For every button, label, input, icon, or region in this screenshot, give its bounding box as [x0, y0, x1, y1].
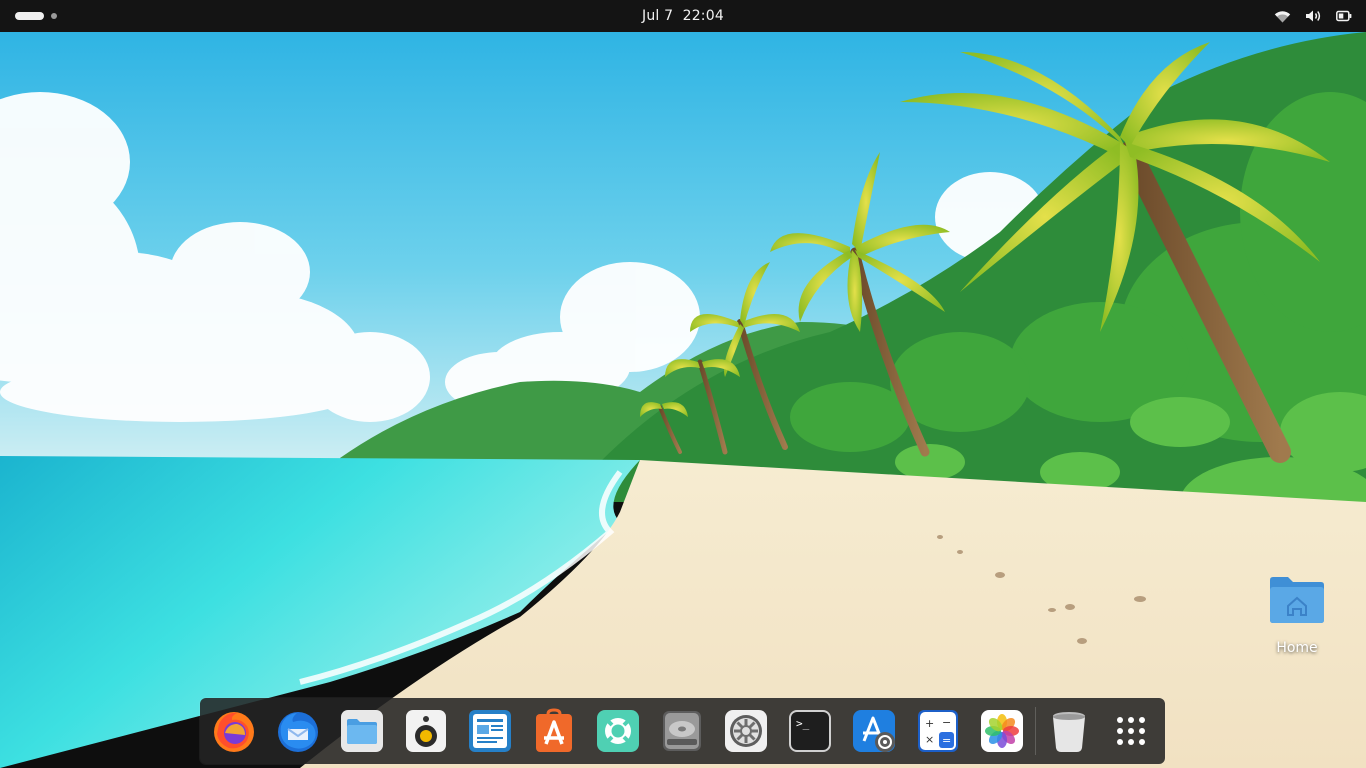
terminal-prompt: >_: [796, 717, 810, 730]
dock-app-help[interactable]: [595, 708, 641, 754]
workspace-indicator-active: [15, 12, 44, 20]
help-lifebuoy-icon: [597, 710, 639, 752]
clock-button[interactable]: Jul 7 22:04: [642, 8, 724, 24]
speaker-icon: [406, 710, 446, 752]
dock-app-files[interactable]: [339, 708, 385, 754]
dock-show-apps[interactable]: [1108, 708, 1154, 754]
calc-key-minus: −: [942, 716, 951, 729]
software-updater-icon: [853, 710, 895, 752]
dock-app-photos[interactable]: [979, 708, 1025, 754]
desktop-icon-home[interactable]: Home: [1258, 574, 1336, 656]
dock-app-software-updater[interactable]: [851, 708, 897, 754]
workspace-indicator-dot: [51, 13, 57, 19]
terminal-icon: >_: [789, 710, 831, 752]
dock-separator: [1035, 707, 1036, 755]
thunderbird-icon: [278, 712, 318, 752]
app-grid-icon: [1117, 717, 1145, 745]
desktop-wallpaper: [0, 32, 1366, 768]
dock-app-firefox[interactable]: [211, 708, 257, 754]
dock-app-app-center[interactable]: [531, 708, 577, 754]
calc-key-equals: =: [942, 734, 951, 747]
calc-key-times: ×: [925, 733, 934, 746]
dock-app-disks[interactable]: [659, 708, 705, 754]
dock: >_ + − × =: [200, 698, 1165, 764]
firefox-icon: [214, 712, 254, 752]
files-icon: [341, 710, 383, 752]
calc-key-plus: +: [925, 717, 934, 730]
dock-app-terminal[interactable]: >_: [787, 708, 833, 754]
dock-app-rhythmbox[interactable]: [403, 708, 449, 754]
photos-icon: [981, 710, 1023, 752]
dock-app-thunderbird[interactable]: [275, 708, 321, 754]
activities-button[interactable]: [15, 10, 57, 22]
volume-icon: [1306, 10, 1321, 22]
desktop-icon-label: Home: [1276, 640, 1318, 656]
writer-icon: [469, 710, 511, 752]
dock-app-calculator[interactable]: + − × =: [915, 708, 961, 754]
dock-app-trash[interactable]: [1046, 708, 1092, 754]
home-folder-icon: [1270, 577, 1324, 623]
beach-wallpaper-image: [0, 32, 1366, 768]
gear-icon: [725, 710, 767, 752]
top-bar: Jul 7 22:04: [0, 0, 1366, 32]
dock-app-writer[interactable]: [467, 708, 513, 754]
clock: Jul 7 22:04: [0, 0, 1366, 32]
trash-icon: [1053, 712, 1085, 752]
clock-date: Jul 7: [642, 8, 674, 24]
disk-drive-icon: [663, 711, 701, 751]
wifi-icon: [1274, 10, 1291, 22]
clock-time: 22:04: [682, 8, 724, 24]
dock-app-settings[interactable]: [723, 708, 769, 754]
app-store-icon: [536, 708, 572, 752]
system-tray[interactable]: [1274, 0, 1352, 32]
calculator-icon: + − × =: [918, 710, 958, 752]
battery-icon: [1336, 10, 1352, 22]
